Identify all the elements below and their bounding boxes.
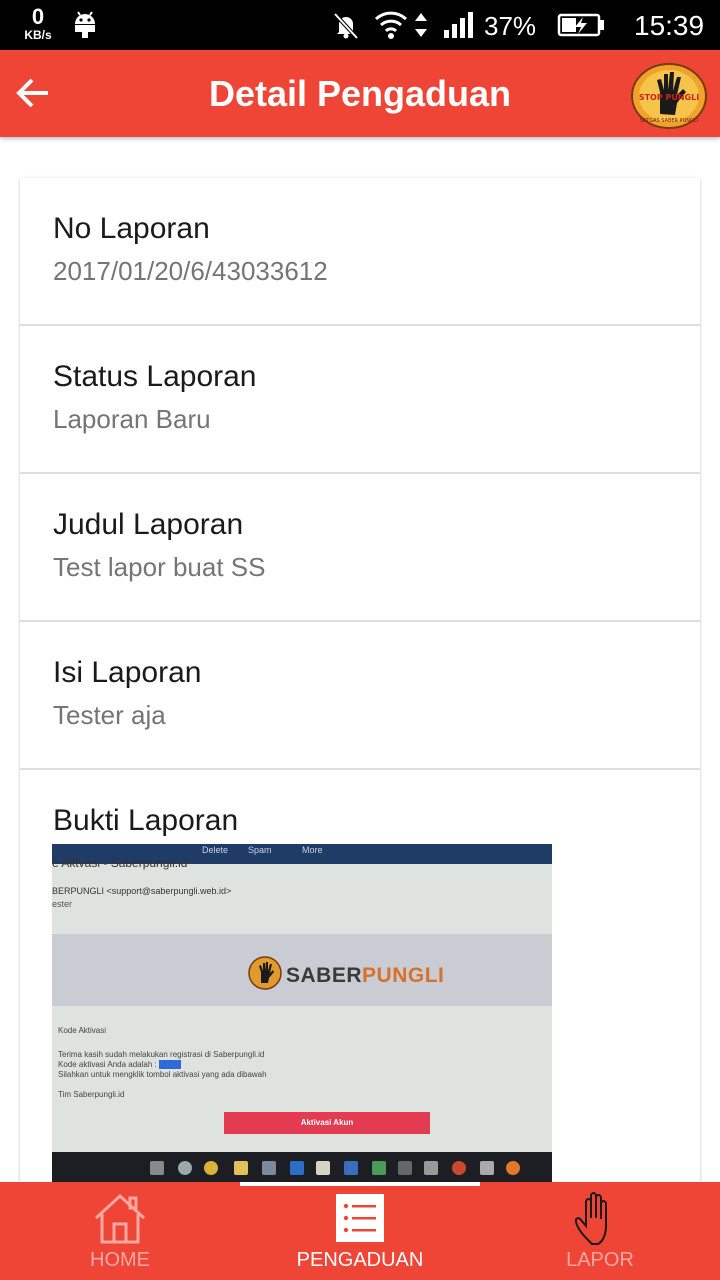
photo-toolbar-more: More (302, 845, 323, 855)
photo-line-5: Tim Saberpungli.id (58, 1090, 125, 1099)
photo-taskbar (52, 1152, 552, 1184)
evidence-label: Bukti Laporan (53, 804, 239, 837)
photo-brand: SABERPUNGLI (286, 964, 444, 988)
photo-tab-title: e Aktvasi - Saberpungli.id (52, 856, 188, 870)
evidence-photo[interactable]: Delete Spam More e Aktvasi - Saberpungli… (52, 844, 552, 1184)
clock: 15:39 (634, 10, 705, 41)
nav-item-pengaduan[interactable]: PENGADUAN (240, 1182, 480, 1280)
photo-activation-code-highlight (158, 1060, 181, 1069)
taskbar-app-icon (506, 1161, 520, 1175)
taskbar-app-icon (452, 1161, 466, 1175)
detail-label: Judul Laporan (53, 508, 244, 541)
status-bar: 0 KB/s 37% 15:39 (0, 0, 720, 50)
taskbar-app-icon (204, 1161, 218, 1175)
photo-activate-button: Aktivasi Akun (224, 1112, 430, 1134)
battery-percent: 37% (484, 11, 537, 41)
detail-label: Isi Laporan (53, 656, 202, 689)
taskbar-app-icon (372, 1161, 386, 1175)
taskbar-app-icon (480, 1161, 494, 1175)
nav-label-pengaduan: PENGADUAN (296, 1249, 424, 1271)
nav-item-lapor[interactable]: LAPOR (480, 1182, 720, 1280)
photo-toolbar-spam: Spam (248, 845, 272, 855)
detail-value: Tester aja (53, 700, 166, 730)
nav-label-lapor: LAPOR (566, 1249, 634, 1271)
photo-line-4: Silahkan untuk mengklik tombol aktivasi … (58, 1070, 267, 1079)
nav-item-home[interactable]: HOME (0, 1182, 240, 1280)
android-icon (72, 0, 98, 50)
taskbar-app-icon (398, 1161, 412, 1175)
report-detail-card: No Laporan 2017/01/20/6/43033612 Status … (20, 178, 700, 1188)
active-tab-indicator (240, 1182, 480, 1186)
network-speed-value: 0 (31, 4, 45, 29)
detail-value: 2017/01/20/6/43033612 (53, 256, 328, 286)
taskbar-app-icon (316, 1161, 330, 1175)
photo-line-3: Kode aktivasi Anda adalah : (58, 1060, 181, 1069)
taskbar-app-icon (150, 1161, 164, 1175)
detail-value: Test lapor buat SS (53, 552, 266, 582)
taskbar-app-icon (344, 1161, 358, 1175)
photo-recipient: ester (52, 899, 73, 909)
saberpungli-logo (248, 956, 282, 990)
taskbar-app-icon (234, 1161, 248, 1175)
back-button[interactable] (8, 68, 58, 118)
taskbar-app-icon (290, 1161, 304, 1175)
detail-row-isi-laporan: Isi Laporan Tester aja (20, 622, 700, 770)
data-arrows-icon (412, 0, 430, 50)
detail-label: Status Laporan (53, 360, 257, 393)
list-icon (336, 1194, 384, 1242)
stop-pungli-logo: STOP PUNGLI SATGAS SABER PUNGLI (630, 62, 708, 130)
bottom-navigation: HOME PENGADUAN LAPOR (0, 1182, 720, 1280)
signal-icon (442, 0, 476, 50)
app-bar: Detail Pengaduan (0, 50, 720, 137)
hand-icon (574, 1192, 607, 1245)
photo-brand-part2: PUNGLI (362, 964, 445, 987)
photo-line-2: Terima kasih sudah melakukan registrasi … (58, 1050, 265, 1059)
svg-text:STOP PUNGLI: STOP PUNGLI (639, 93, 699, 102)
taskbar-app-icon (424, 1161, 438, 1175)
taskbar-app-icon (178, 1161, 192, 1175)
network-speed: 0 KB/s (18, 4, 58, 42)
photo-sender: BERPUNGLI <support@saberpungli.web.id> (52, 886, 232, 896)
detail-row-no-laporan: No Laporan 2017/01/20/6/43033612 (20, 178, 700, 326)
arrow-left-icon (16, 78, 48, 108)
photo-line-3-text: Kode aktivasi Anda adalah : (58, 1060, 157, 1069)
mute-icon (331, 0, 361, 50)
page-title: Detail Pengaduan (208, 73, 512, 114)
detail-label: No Laporan (53, 212, 210, 245)
photo-line-1: Kode Aktivasi (58, 1026, 107, 1035)
home-icon (94, 1193, 146, 1244)
detail-row-judul-laporan: Judul Laporan Test lapor buat SS (20, 474, 700, 622)
network-speed-unit: KB/s (24, 28, 52, 42)
svg-text:SATGAS SABER PUNGLI: SATGAS SABER PUNGLI (640, 118, 698, 124)
nav-label-home: HOME (90, 1249, 150, 1271)
detail-row-status-laporan: Status Laporan Laporan Baru (20, 326, 700, 474)
wifi-icon (374, 0, 408, 50)
photo-toolbar-delete: Delete (202, 845, 229, 855)
detail-value: Laporan Baru (53, 404, 211, 434)
taskbar-app-icon (262, 1161, 276, 1175)
photo-brand-part1: SABER (286, 964, 363, 987)
battery-charging-icon (557, 0, 607, 50)
